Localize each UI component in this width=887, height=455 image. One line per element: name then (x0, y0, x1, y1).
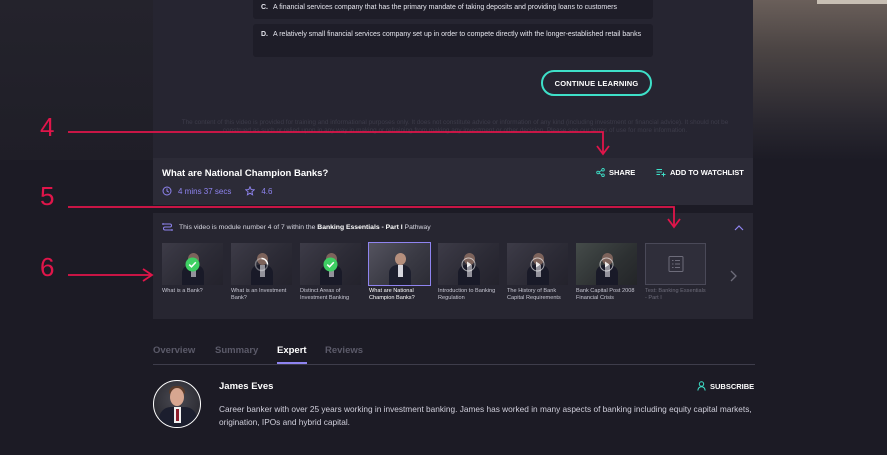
star-icon (245, 186, 256, 196)
thumbnail-image (507, 243, 568, 285)
playlist-add-icon (656, 169, 666, 177)
tab-expert[interactable]: Expert (277, 345, 307, 364)
expert-bio: Career banker with over 25 years working… (219, 404, 752, 427)
duration-text: 4 mins 37 secs (178, 186, 232, 196)
pathway-header: This video is module number 4 of 7 withi… (162, 222, 431, 232)
arrow-to-modules (68, 268, 154, 282)
video-meta: 4 mins 37 secs 4.6 (162, 186, 286, 196)
annotation-number-6: 6 (40, 252, 55, 282)
option-text: A financial services company that has th… (273, 4, 617, 11)
subscribe-label: SUBSCRIBE (710, 381, 755, 391)
module-caption: What is an Investment Bank? (231, 288, 287, 301)
thumbnail-image (368, 242, 431, 286)
avatar-tie (176, 409, 179, 421)
play-icon (599, 257, 614, 272)
continue-learning-button[interactable]: CONTINUE LEARNING (541, 70, 652, 96)
user-icon (697, 381, 706, 391)
presenter-figure (389, 253, 411, 285)
video-title: What are National Champion Banks? (162, 168, 329, 179)
background-strip (817, 0, 887, 4)
module-caption: Introduction to Banking Regulation (438, 288, 496, 301)
expert-avatar (153, 380, 201, 428)
thumbnail-image (162, 243, 223, 285)
check-circle-icon (185, 257, 200, 272)
share-icon (596, 168, 605, 177)
background-image (753, 0, 887, 160)
module-caption: Distinct Areas of Investment Banking (300, 288, 350, 301)
pathway-text-suffix: Pathway (402, 223, 431, 231)
module-thumb-2[interactable]: What is an Investment Bank? (231, 243, 292, 302)
tab-summary[interactable]: Summary (215, 345, 258, 356)
test-thumbnail (645, 243, 706, 285)
tabs-divider (153, 364, 755, 365)
rating-value: 4.6 (261, 186, 273, 196)
presenter-head (395, 253, 406, 265)
quiz-option-c[interactable]: C. A financial services company that has … (253, 0, 653, 19)
module-thumb-7[interactable]: Bank Capital Post 2008 Financial Crisis (576, 243, 637, 302)
pathway-panel: This video is module number 4 of 7 withi… (153, 213, 753, 319)
module-thumb-8-test[interactable]: Test: Banking Essentials - Part I (645, 243, 706, 302)
share-button[interactable]: SHARE (596, 168, 635, 177)
clock-icon (162, 186, 172, 196)
module-caption: What is a Bank? (162, 288, 203, 294)
module-thumb-3[interactable]: Distinct Areas of Investment Banking (300, 243, 361, 302)
play-icon (530, 257, 545, 272)
module-caption: What are National Champion Banks? (369, 288, 415, 301)
pathway-name[interactable]: Banking Essentials - Part I (317, 224, 402, 231)
disclaimer-text: The content of this video is provided fo… (181, 119, 729, 134)
pathway-text-prefix: This video is module number 4 of 7 withi… (179, 223, 318, 231)
option-text: A relatively small financial services co… (273, 31, 642, 38)
duration: 4 mins 37 secs (162, 186, 231, 196)
module-caption: Test: Banking Essentials - Part I (645, 288, 706, 301)
play-icon (461, 257, 476, 272)
add-to-watchlist-button[interactable]: ADD TO WATCHLIST (656, 168, 744, 177)
watchlist-label: ADD TO WATCHLIST (670, 168, 744, 177)
module-caption: The History of Bank Capital Requirements (507, 288, 561, 301)
check-circle-icon (323, 257, 338, 272)
rating: 4.6 (245, 186, 272, 196)
content-tabs: Overview Summary Expert Reviews (153, 345, 755, 365)
video-info-bar: What are National Champion Banks? 4 mins… (153, 158, 753, 205)
presenter-shirt (398, 265, 403, 277)
avatar-head (170, 388, 184, 406)
expert-name: James Eves (219, 381, 274, 392)
quiz-option-d[interactable]: D. A relatively small financial services … (253, 24, 653, 57)
module-caption: Bank Capital Post 2008 Financial Crisis (576, 288, 635, 301)
module-thumb-6[interactable]: The History of Bank Capital Requirements (507, 243, 568, 302)
annotation-number-5: 5 (40, 181, 55, 211)
subscribe-button[interactable]: SUBSCRIBE (697, 381, 754, 391)
quiz-panel: C. A financial services company that has … (153, 0, 753, 158)
thumbnail-image (576, 243, 637, 285)
module-thumb-5[interactable]: Introduction to Banking Regulation (438, 243, 499, 302)
pathway-icon (162, 223, 173, 231)
chevron-right-icon[interactable] (729, 270, 737, 282)
module-thumb-4-current[interactable]: What are National Champion Banks? (368, 242, 431, 302)
chevron-up-icon[interactable] (734, 224, 744, 231)
option-letter: C. (261, 4, 268, 11)
background-left (0, 0, 153, 160)
module-thumb-1[interactable]: What is a Bank? (162, 243, 223, 295)
tab-reviews[interactable]: Reviews (325, 345, 363, 356)
thumbnail-image (300, 243, 361, 285)
share-label: SHARE (609, 168, 636, 177)
progress-ring-icon (254, 257, 269, 272)
test-document-icon (668, 256, 683, 272)
option-letter: D. (261, 31, 268, 38)
thumbnail-image (438, 243, 499, 285)
annotation-number-4: 4 (40, 112, 55, 142)
tab-overview[interactable]: Overview (153, 345, 195, 356)
thumbnail-image (231, 243, 292, 285)
